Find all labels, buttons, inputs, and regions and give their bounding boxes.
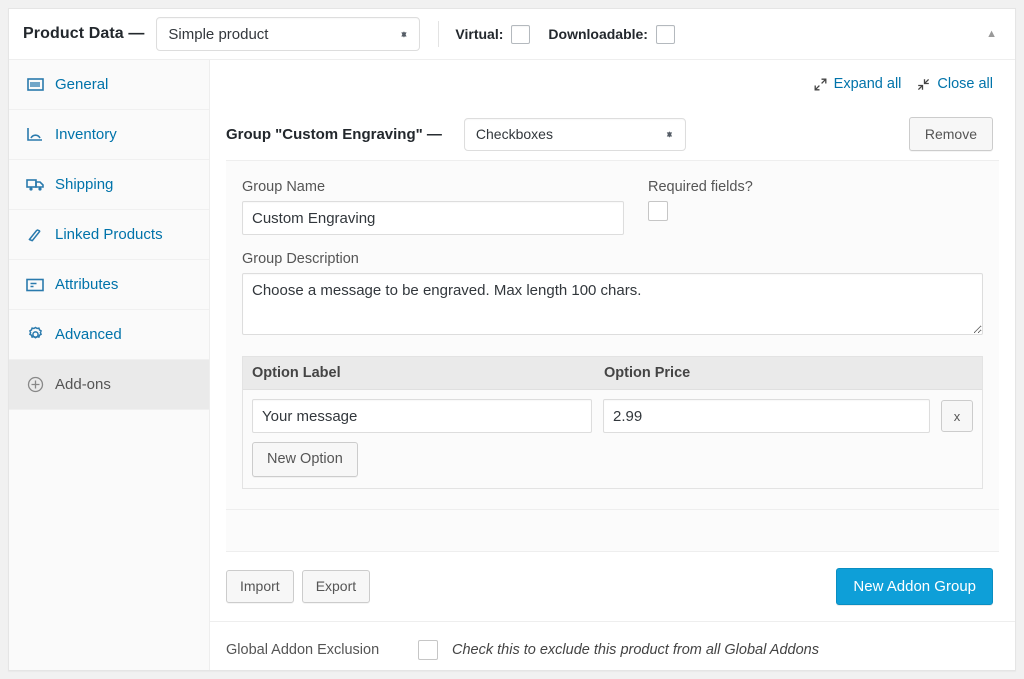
new-addon-group-button[interactable]: New Addon Group bbox=[836, 568, 993, 605]
downloadable-field: Downloadable: bbox=[548, 25, 675, 44]
expand-all-label: Expand all bbox=[834, 76, 902, 92]
virtual-checkbox[interactable] bbox=[511, 25, 530, 44]
virtual-label: Virtual: bbox=[455, 26, 503, 42]
addon-group-type-select-wrap: Checkboxes ▲▼ bbox=[464, 118, 686, 151]
options-table: Option Label Option Price x New Option bbox=[242, 356, 983, 489]
linked-icon bbox=[25, 225, 45, 245]
close-all-link[interactable]: Close all bbox=[917, 76, 993, 92]
chevron-up-icon[interactable]: ▲ bbox=[982, 25, 1001, 44]
sidebar-item-attributes[interactable]: Attributes bbox=[9, 260, 209, 310]
addons-action-bar: Import Export New Addon Group bbox=[210, 552, 1015, 622]
general-icon bbox=[25, 75, 45, 95]
remove-group-button[interactable]: Remove bbox=[909, 117, 993, 152]
collapse-arrows-icon bbox=[917, 78, 930, 91]
import-button[interactable]: Import bbox=[226, 570, 294, 603]
option-price-input[interactable] bbox=[603, 399, 930, 433]
product-type-select-wrap: Simple product ▲▼ bbox=[156, 17, 420, 51]
group-description-textarea[interactable]: Choose a message to be engraved. Max len… bbox=[242, 273, 983, 335]
sidebar-item-label: General bbox=[55, 76, 108, 93]
expand-all-link[interactable]: Expand all bbox=[814, 76, 902, 92]
delete-option-button[interactable]: x bbox=[941, 400, 973, 432]
options-table-footer: New Option bbox=[243, 442, 982, 488]
shipping-icon bbox=[25, 175, 45, 195]
sidebar-item-linked-products[interactable]: Linked Products bbox=[9, 210, 209, 260]
group-description-field: Group Description Choose a message to be… bbox=[242, 251, 983, 340]
product-data-panel: Product Data — Simple product ▲▼ Virtual… bbox=[8, 8, 1016, 671]
group-name-field: Group Name bbox=[242, 179, 624, 235]
sidebar-item-add-ons[interactable]: Add-ons bbox=[9, 360, 209, 410]
downloadable-checkbox[interactable] bbox=[656, 25, 675, 44]
addons-toolbar: Expand all Close all bbox=[210, 60, 1015, 108]
addon-group-type-select[interactable]: Checkboxes bbox=[464, 118, 686, 151]
group-name-row: Group Name Required fields? bbox=[242, 179, 983, 235]
global-addon-exclusion-description: Check this to exclude this product from … bbox=[452, 642, 819, 658]
product-data-body: General Inventory Shipping Linked Produc… bbox=[9, 60, 1015, 671]
attributes-icon bbox=[25, 275, 45, 295]
product-data-header: Product Data — Simple product ▲▼ Virtual… bbox=[9, 9, 1015, 60]
column-header-option-price: Option Price bbox=[604, 365, 973, 381]
group-name-input[interactable] bbox=[242, 201, 624, 235]
new-option-button[interactable]: New Option bbox=[252, 442, 358, 477]
sidebar-item-label: Shipping bbox=[55, 176, 113, 193]
group-name-label: Group Name bbox=[242, 179, 624, 195]
sidebar-item-label: Inventory bbox=[55, 126, 117, 143]
sidebar-item-shipping[interactable]: Shipping bbox=[9, 160, 209, 210]
sidebar-item-label: Advanced bbox=[55, 326, 122, 343]
addon-group-title: Group "Custom Engraving" — bbox=[226, 126, 442, 143]
sidebar-item-advanced[interactable]: Advanced bbox=[9, 310, 209, 360]
downloadable-label: Downloadable: bbox=[548, 26, 648, 42]
addons-icon bbox=[25, 375, 45, 395]
options-table-header: Option Label Option Price bbox=[243, 357, 982, 390]
group-bottom-spacer bbox=[226, 510, 999, 552]
required-fields-label: Required fields? bbox=[648, 179, 753, 195]
group-description-label: Group Description bbox=[242, 251, 983, 267]
addon-group-body: Group Name Required fields? Group Descri… bbox=[226, 160, 999, 510]
inventory-icon bbox=[25, 125, 45, 145]
sidebar-item-label: Linked Products bbox=[55, 226, 163, 243]
column-header-option-label: Option Label bbox=[252, 365, 604, 381]
option-label-input[interactable] bbox=[252, 399, 592, 433]
table-row: x bbox=[243, 390, 982, 442]
product-data-tabs: General Inventory Shipping Linked Produc… bbox=[9, 60, 210, 671]
global-addon-exclusion-checkbox[interactable] bbox=[418, 640, 438, 660]
virtual-field: Virtual: bbox=[455, 25, 530, 44]
required-fields-checkbox[interactable] bbox=[648, 201, 668, 221]
sidebar-item-label: Add-ons bbox=[55, 376, 111, 393]
sidebar-item-inventory[interactable]: Inventory bbox=[9, 110, 209, 160]
export-button[interactable]: Export bbox=[302, 570, 370, 603]
global-addon-exclusion-row: Global Addon Exclusion Check this to exc… bbox=[210, 622, 1015, 671]
expand-arrows-icon bbox=[814, 78, 827, 91]
page-title: Product Data — bbox=[23, 25, 144, 43]
sidebar-item-label: Attributes bbox=[55, 276, 118, 293]
product-type-select[interactable]: Simple product bbox=[156, 17, 420, 51]
addon-group-header: Group "Custom Engraving" — Checkboxes ▲▼… bbox=[210, 108, 1015, 160]
close-all-label: Close all bbox=[937, 76, 993, 92]
header-divider bbox=[438, 21, 439, 47]
sidebar-item-general[interactable]: General bbox=[9, 60, 209, 110]
global-addon-exclusion-label: Global Addon Exclusion bbox=[226, 642, 418, 658]
addons-panel: Expand all Close all Group "Custom Engra… bbox=[210, 60, 1015, 671]
required-fields-field: Required fields? bbox=[648, 179, 753, 221]
advanced-icon bbox=[25, 325, 45, 345]
